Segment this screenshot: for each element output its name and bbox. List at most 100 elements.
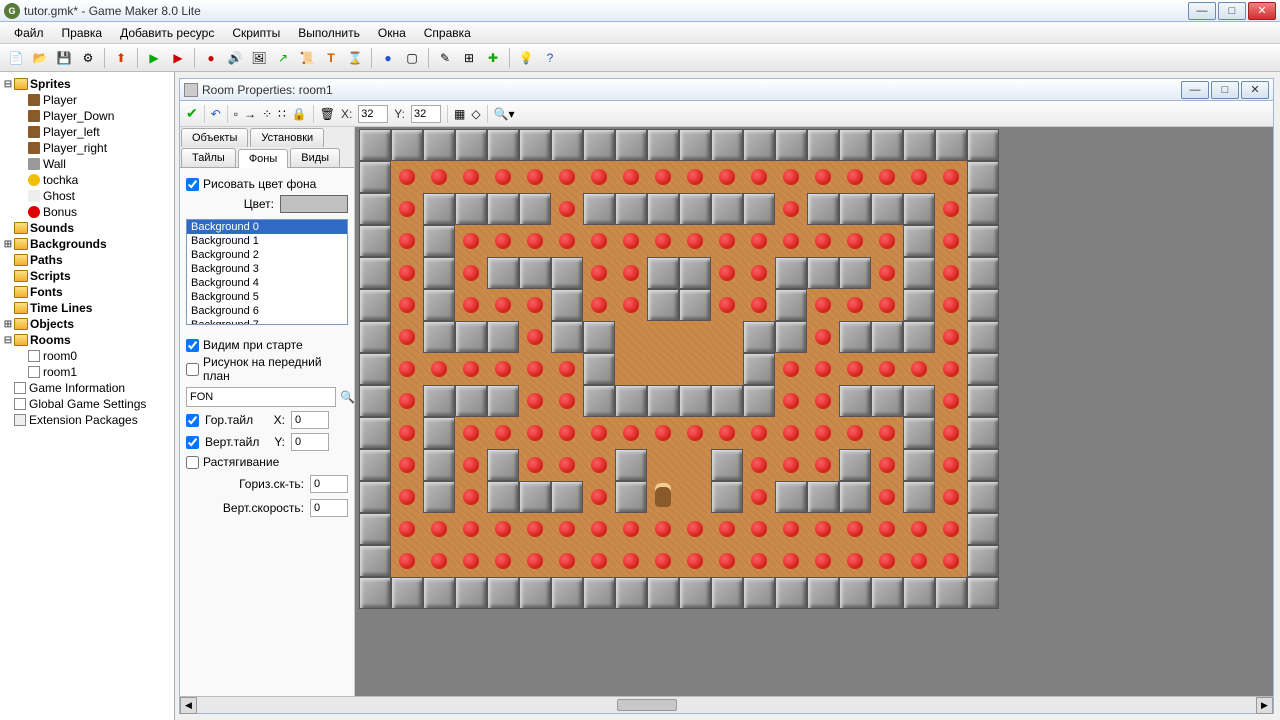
map-cell[interactable]	[775, 577, 807, 609]
map-cell[interactable]	[455, 417, 487, 449]
map-cell[interactable]	[871, 513, 903, 545]
map-cell[interactable]	[423, 385, 455, 417]
map-cell[interactable]	[359, 129, 391, 161]
map-cell[interactable]	[455, 513, 487, 545]
menu-add[interactable]: Добавить ресурс	[112, 24, 222, 42]
map-cell[interactable]	[455, 545, 487, 577]
lock-icon[interactable]: 🔒	[292, 107, 307, 121]
map-cell[interactable]	[775, 385, 807, 417]
map-cell[interactable]	[615, 321, 647, 353]
map-cell[interactable]	[839, 225, 871, 257]
room-minimize-button[interactable]: —	[1181, 81, 1209, 99]
map-cell[interactable]	[711, 289, 743, 321]
map-cell[interactable]	[839, 257, 871, 289]
grid-icon[interactable]: ▦	[454, 107, 465, 121]
tree-sprite-item[interactable]: Player_right	[2, 140, 172, 156]
map-cell[interactable]	[423, 577, 455, 609]
map-cell[interactable]	[903, 193, 935, 225]
map-cell[interactable]	[871, 449, 903, 481]
map-cell[interactable]	[839, 129, 871, 161]
map-cell[interactable]	[487, 481, 519, 513]
htile-checkbox[interactable]	[186, 414, 199, 427]
map-cell[interactable]	[391, 449, 423, 481]
map-cell[interactable]	[551, 257, 583, 289]
map-cell[interactable]	[775, 513, 807, 545]
map-cell[interactable]	[903, 257, 935, 289]
map-cell[interactable]	[615, 225, 647, 257]
map-cell[interactable]	[903, 577, 935, 609]
map-cell[interactable]	[615, 577, 647, 609]
bg-list-item[interactable]: Background 2	[187, 248, 347, 262]
map-cell[interactable]	[743, 161, 775, 193]
map-cell[interactable]	[647, 353, 679, 385]
map-cell[interactable]	[359, 161, 391, 193]
vtile-y-input[interactable]	[291, 433, 329, 451]
map-cell[interactable]	[807, 385, 839, 417]
scroll-right-icon[interactable]: ▶	[1256, 697, 1273, 714]
map-cell[interactable]	[423, 513, 455, 545]
tab-backgrounds[interactable]: Фоны	[238, 149, 288, 168]
map-cell[interactable]	[935, 513, 967, 545]
debug-icon[interactable]: ▶	[168, 48, 188, 68]
map-cell[interactable]	[647, 577, 679, 609]
map-cell[interactable]	[647, 129, 679, 161]
bg-list-item[interactable]: Background 7	[187, 318, 347, 325]
help-icon[interactable]: ?	[540, 48, 560, 68]
tree-rooms[interactable]: ⊟Rooms	[2, 332, 172, 348]
map-cell[interactable]	[647, 449, 679, 481]
change-icon[interactable]: ✎	[435, 48, 455, 68]
script-icon[interactable]: 📜	[297, 48, 317, 68]
map-cell[interactable]	[743, 129, 775, 161]
map-cell[interactable]	[679, 321, 711, 353]
map-cell[interactable]	[551, 129, 583, 161]
map-cell[interactable]	[967, 129, 999, 161]
map-cell[interactable]	[711, 321, 743, 353]
map-cell[interactable]	[359, 257, 391, 289]
map-cell[interactable]	[359, 225, 391, 257]
map-cell[interactable]	[743, 225, 775, 257]
map-cell[interactable]	[519, 193, 551, 225]
map-cell[interactable]	[487, 257, 519, 289]
map-cell[interactable]	[871, 577, 903, 609]
new-icon[interactable]: 📄	[6, 48, 26, 68]
map-cell[interactable]	[647, 417, 679, 449]
map-cell[interactable]	[839, 449, 871, 481]
map-cell[interactable]	[743, 193, 775, 225]
scroll-left-icon[interactable]: ◀	[180, 697, 197, 714]
tree-sprite-item[interactable]: Bonus	[2, 204, 172, 220]
map-cell[interactable]	[519, 385, 551, 417]
map-cell[interactable]	[551, 193, 583, 225]
map-cell[interactable]	[839, 353, 871, 385]
map-cell[interactable]	[487, 161, 519, 193]
map-cell[interactable]	[967, 577, 999, 609]
map-cell[interactable]	[583, 257, 615, 289]
map-cell[interactable]	[487, 129, 519, 161]
map-cell[interactable]	[391, 257, 423, 289]
map-cell[interactable]	[839, 577, 871, 609]
map-cell[interactable]	[903, 225, 935, 257]
tree-gameinfo[interactable]: Game Information	[2, 380, 172, 396]
tree-sprite-item[interactable]: Ghost	[2, 188, 172, 204]
map-cell[interactable]	[743, 257, 775, 289]
map-cell[interactable]	[743, 577, 775, 609]
map-cell[interactable]	[807, 289, 839, 321]
map-cell[interactable]	[775, 481, 807, 513]
map-cell[interactable]	[359, 321, 391, 353]
map-cell[interactable]	[711, 161, 743, 193]
map-cell[interactable]	[935, 417, 967, 449]
map-cell[interactable]	[423, 353, 455, 385]
map-cell[interactable]	[487, 417, 519, 449]
tool-icon4[interactable]: ∷	[278, 107, 286, 121]
tool-icon3[interactable]: ⁘	[262, 107, 272, 121]
map-cell[interactable]	[423, 449, 455, 481]
map-cell[interactable]	[391, 225, 423, 257]
bg-list-item[interactable]: Background 5	[187, 290, 347, 304]
map-cell[interactable]	[679, 545, 711, 577]
map-cell[interactable]	[903, 481, 935, 513]
zoom-icon[interactable]: 🔍▾	[494, 107, 515, 121]
map-cell[interactable]	[679, 417, 711, 449]
map-cell[interactable]	[871, 193, 903, 225]
map-cell[interactable]	[391, 577, 423, 609]
map-cell[interactable]	[775, 193, 807, 225]
map-cell[interactable]	[647, 321, 679, 353]
